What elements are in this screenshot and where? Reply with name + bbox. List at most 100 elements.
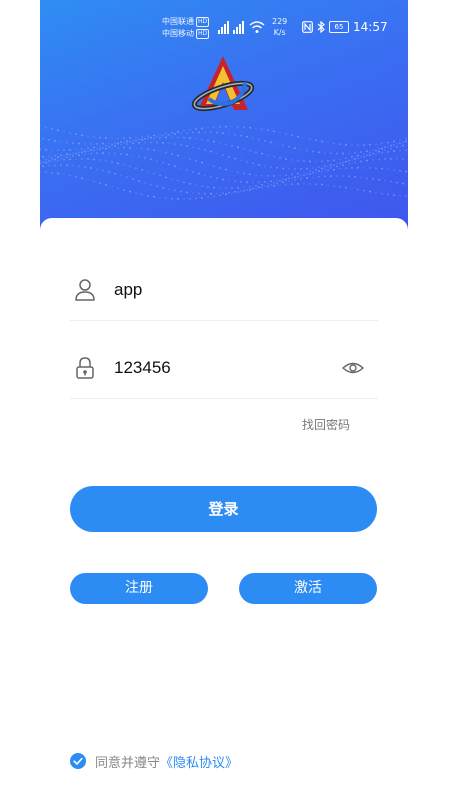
particle-dot: [396, 145, 398, 148]
particle-dot: [135, 136, 137, 139]
particle-dot: [267, 129, 269, 132]
particle-dot: [216, 152, 218, 155]
particle-dot: [387, 193, 389, 196]
particle-dot: [327, 160, 329, 162]
particle-dot: [393, 144, 395, 146]
particle-dot: [213, 165, 215, 168]
particle-dot: [243, 189, 245, 192]
particle-dot: [150, 136, 152, 139]
particle-dot: [354, 151, 356, 154]
particle-dot: [177, 136, 179, 139]
particle-dot: [75, 148, 77, 151]
particle-dot: [138, 141, 140, 144]
particle-dot: [144, 156, 146, 159]
particle-dot: [51, 171, 53, 174]
particle-dot: [267, 154, 269, 157]
particle-dot: [339, 158, 341, 161]
particle-dot: [357, 157, 359, 160]
particle-dot: [174, 165, 176, 168]
particle-dot: [60, 157, 62, 160]
particle-dot: [372, 152, 374, 155]
particle-dot: [48, 138, 50, 141]
particle-dot: [357, 144, 359, 147]
particle-dot: [204, 149, 206, 151]
particle-dot: [249, 188, 251, 191]
particle-dot: [40, 125, 41, 127]
login-button[interactable]: 登录: [70, 486, 377, 532]
particle-dot: [171, 197, 173, 200]
particle-dot: [369, 190, 371, 193]
particle-dot: [336, 175, 338, 177]
particle-dot: [348, 162, 350, 165]
particle-dot: [138, 180, 140, 182]
password-input[interactable]: [114, 356, 334, 380]
particle-dot: [354, 161, 356, 164]
particle-dot: [159, 174, 161, 177]
particle-dot: [63, 149, 65, 151]
particle-dot: [387, 151, 389, 153]
particle-dot: [189, 197, 191, 200]
particle-dot: [228, 179, 230, 182]
particle-dot: [291, 183, 293, 186]
particle-dot: [147, 170, 149, 173]
particle-dot: [108, 152, 110, 155]
particle-dot: [366, 150, 368, 153]
particle-dot: [387, 141, 389, 144]
particle-dot: [231, 170, 233, 172]
check-circle-icon[interactable]: [70, 753, 86, 769]
particle-dot: [132, 178, 134, 181]
activate-button[interactable]: 激活: [239, 573, 377, 604]
particle-dot: [54, 164, 56, 167]
particle-dot: [111, 137, 113, 140]
status-bar: 中国联通 HD 中国移动 HD 229 K/s 65 14:57: [40, 12, 408, 46]
particle-dot: [132, 139, 134, 142]
forgot-password-link[interactable]: 找回密码: [302, 416, 350, 433]
eye-icon[interactable]: [342, 358, 364, 378]
particle-dot: [384, 158, 386, 160]
particle-dot: [135, 192, 137, 195]
particle-dot: [291, 177, 293, 180]
particle-dot: [399, 194, 401, 197]
particle-dot: [339, 162, 341, 165]
particle-dot: [291, 173, 293, 176]
particle-dot: [117, 146, 119, 149]
particle-dot: [123, 146, 125, 149]
particle-dot: [234, 157, 236, 160]
particle-dot: [273, 181, 275, 184]
particle-dot: [351, 167, 353, 169]
particle-dot: [351, 187, 353, 190]
particle-dot: [234, 133, 236, 136]
particle-dot: [237, 126, 239, 128]
particle-dot: [216, 192, 218, 195]
particle-dot: [351, 156, 353, 158]
particle-dot: [333, 185, 335, 187]
particle-dot: [69, 132, 71, 134]
particle-dot: [255, 127, 257, 130]
particle-dot: [105, 160, 107, 162]
particle-dot: [66, 153, 68, 156]
particle-dot: [222, 132, 224, 135]
particle-dot: [261, 128, 263, 131]
username-input[interactable]: [114, 278, 334, 302]
privacy-policy-link[interactable]: 《隐私协议》: [160, 752, 238, 771]
particle-dot: [198, 131, 200, 134]
particle-dot: [339, 143, 341, 146]
particle-dot: [105, 137, 107, 139]
particle-dot: [243, 172, 245, 175]
particle-dot: [309, 183, 311, 185]
particle-dot: [144, 137, 146, 140]
carrier-info: 中国联通 HD 中国移动 HD: [162, 16, 210, 40]
particle-dot: [81, 148, 83, 150]
particle-dot: [267, 182, 269, 185]
particle-dot: [105, 144, 107, 147]
particle-dot: [102, 146, 104, 149]
particle-dot: [45, 158, 47, 161]
particle-dot: [306, 177, 308, 179]
register-button[interactable]: 注册: [70, 573, 208, 604]
particle-dot: [210, 131, 212, 134]
particle-dot: [339, 167, 341, 170]
particle-dot: [141, 147, 143, 150]
particle-dot: [129, 146, 131, 149]
particle-dot: [306, 167, 308, 170]
particle-dot: [84, 142, 86, 145]
